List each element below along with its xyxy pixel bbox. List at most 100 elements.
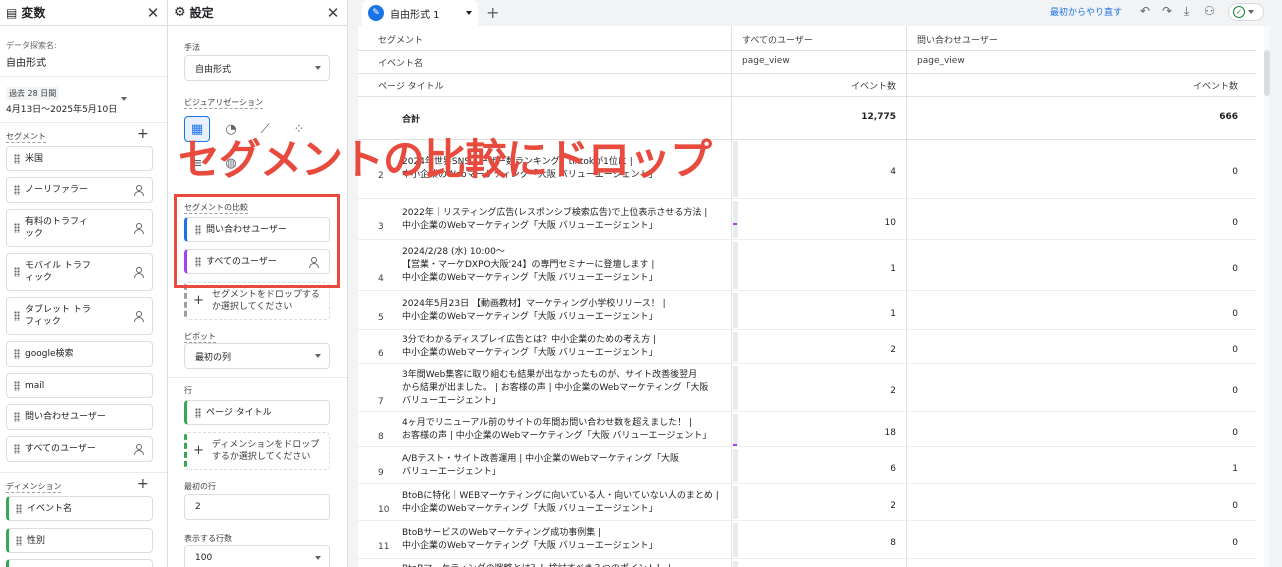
value-contact-users: 0 <box>1232 308 1238 319</box>
segment-item[interactable]: ノーリファラー <box>6 177 153 203</box>
add-tab-icon[interactable]: + <box>486 3 499 22</box>
segment-item[interactable]: google検索 <box>6 341 153 367</box>
rows-label: 行 <box>184 386 192 395</box>
table-row[interactable]: 7 3年間Web集客に取り組むも結果が出なかったものが、サイト改善後翌月 から結果が… <box>358 364 1256 412</box>
row-dimension-item[interactable]: ページ タイトル <box>184 400 330 425</box>
segment-item[interactable]: モバイル トラフィック <box>6 253 153 291</box>
freeform-table: セグメント すべてのユーザー 問い合わせユーザー イベント名 page_view… <box>358 26 1270 567</box>
pivot-select[interactable]: 最初の列 <box>184 343 330 369</box>
event-name-all: page_view <box>742 56 790 66</box>
row-page-title: 2024年5月23日 【動画教材】マーケティング小学校リリース！ | 中小企業のW… <box>402 298 666 324</box>
row-index: 7 <box>378 396 384 407</box>
segment-item[interactable]: 問い合わせユーザー <box>6 404 153 430</box>
close-icon[interactable]: ✕ <box>325 4 341 22</box>
row-title-line: 中小企業のWebマーケティング「大阪 バリューエージェント」 <box>402 311 658 322</box>
dimension-item[interactable]: 性別 <box>6 528 153 553</box>
cell-bar <box>733 414 738 445</box>
drag-handle-icon[interactable] <box>14 223 20 233</box>
dimension-item[interactable] <box>6 559 153 567</box>
settings-title: 設定 <box>189 6 214 20</box>
scrollbar-thumb[interactable] <box>1264 50 1270 96</box>
cell-bar <box>733 449 738 482</box>
technique-label: 手法 <box>184 43 200 52</box>
date-range-caret-icon[interactable] <box>121 97 127 101</box>
drag-handle-icon[interactable] <box>16 503 22 514</box>
drag-handle-icon[interactable] <box>14 444 20 454</box>
exploration-name[interactable]: データ探索名: 自由形式 <box>6 40 57 69</box>
value-contact-users: 0 <box>1232 217 1238 228</box>
drop-dimension-hint-line2: するか選択してください <box>211 452 311 462</box>
share-user-icon[interactable]: ⚇ <box>1204 4 1215 18</box>
status-pill[interactable]: ✓ <box>1228 3 1264 21</box>
drag-handle-icon[interactable] <box>195 407 201 418</box>
drag-handle-icon[interactable] <box>16 535 22 546</box>
vertical-scrollbar[interactable] <box>1264 26 1270 567</box>
value-all-users: 2 <box>890 500 896 511</box>
technique-select[interactable]: 自由形式 <box>184 55 330 81</box>
column-header-all-users[interactable]: すべてのユーザー <box>742 33 813 46</box>
drag-handle-icon[interactable] <box>14 311 20 321</box>
dimension-item[interactable]: イベント名 <box>6 496 153 521</box>
table-row[interactable]: 6 3分でわかるディスプレイ広告とは？中小企業のための考え方 | 中小企業のWebマ… <box>358 330 1256 364</box>
table-row[interactable]: 5 2024年5月23日 【動画教材】マーケティング小学校リリース！ | 中小企業の… <box>358 291 1256 330</box>
segment-item[interactable]: タブレット トラフィック <box>6 297 153 335</box>
drag-handle-icon[interactable] <box>14 349 20 359</box>
cell-bar <box>733 141 738 197</box>
table-row[interactable]: 10 BtoBに特化｜WEBマーケティングに向いている人・向いていない人のまとめ … <box>358 484 1256 521</box>
chevron-down-icon[interactable] <box>466 11 472 15</box>
check-circle-icon: ✓ <box>1233 6 1245 18</box>
row-title-line: BtoBに特化｜WEBマーケティングに向いている人・向いていない人のまとめ | <box>402 490 719 501</box>
row-title-line: 中小企業のWebマーケティング「大阪 バリューエージェント」 <box>402 220 658 231</box>
value-contact-users: 0 <box>1232 500 1238 511</box>
first-row-label: 最初の行 <box>184 482 216 491</box>
row-title-line: 【営業・マーケDXPO大阪'24】の専門セミナーに登壇します | <box>402 260 655 270</box>
tab-label: 自由形式 1 <box>390 9 440 21</box>
metric-header-contact[interactable]: イベント数 <box>1148 79 1238 92</box>
tab-freeform-1[interactable]: ✎ 自由形式 1 <box>362 0 478 26</box>
segment-item[interactable]: すべてのユーザー <box>6 436 153 462</box>
table-row[interactable]: 9 A/Bテスト・サイト改善運用 | 中小企業のWebマーケティング「大阪 バリュー… <box>358 447 1256 484</box>
show-rows-select[interactable]: 100 <box>184 545 330 567</box>
row-title-line: 2024年5月23日 【動画教材】マーケティング小学校リリース！ | <box>402 298 666 309</box>
table-row[interactable]: 11 BtoBサービスのWebマーケティング成功事例集 | 中小企業のWebマーケテ… <box>358 521 1256 559</box>
table-row[interactable]: 12BtoBマーケティングの戦略とは？！検討すべき３つのポイント！ |中小企業の… <box>358 559 1256 567</box>
value-all-users: 2 <box>890 386 896 396</box>
segment-item[interactable]: 有料のトラフィック <box>6 209 153 247</box>
value-contact-users: 0 <box>1232 386 1238 396</box>
cell-bar <box>733 293 738 328</box>
drag-handle-icon[interactable] <box>14 380 20 391</box>
metric-header-all[interactable]: イベント数 <box>788 79 896 92</box>
redo-icon[interactable]: ↷ <box>1162 4 1172 18</box>
download-icon[interactable]: ⤓ <box>1184 4 1189 19</box>
drag-handle-icon[interactable] <box>14 412 20 422</box>
segment-item[interactable]: 米国 <box>6 146 153 171</box>
value-contact-users: 0 <box>1232 263 1238 274</box>
drag-handle-icon[interactable] <box>14 153 20 164</box>
drop-segment-hint-line1: セグメントをドロップする <box>211 290 320 300</box>
segment-item[interactable]: mail <box>6 373 153 398</box>
add-segment-icon[interactable]: + <box>137 126 149 142</box>
restart-button[interactable]: 最初からやり直す <box>1050 5 1122 18</box>
first-row-input[interactable]: 2 <box>184 494 330 520</box>
row-page-title: BtoBサービスのWebマーケティング成功事例集 | 中小企業のWebマーケティン… <box>402 527 658 553</box>
total-all: 12,775 <box>861 112 896 122</box>
date-range-picker[interactable]: 過去 28 日間 4月13日〜2025年5月10日 <box>6 87 117 115</box>
table-row[interactable]: 3 2022年｜リスティング広告(レスポンシブ検索広告)で上位表示させる方法 | 中… <box>358 199 1256 240</box>
variables-panel: ▤ 変数 ✕ データ探索名: 自由形式 過去 28 日間 4月13日〜2025年… <box>0 0 168 567</box>
undo-icon[interactable]: ↶ <box>1140 4 1150 18</box>
row-page-title: A/Bテスト・サイト改善運用 | 中小企業のWebマーケティング「大阪 バリューエ… <box>402 453 679 479</box>
table-row[interactable]: 4 2024/2/28 (水) 10:00〜 【営業・マーケDXPO大阪'24】の専… <box>358 240 1256 291</box>
drag-handle-icon[interactable] <box>14 185 20 195</box>
row-index: 10 <box>378 504 390 515</box>
row-title-line: バリューエージェント」 <box>402 395 501 406</box>
row-title-line: 4ヶ月でリニューアル前のサイトの年間お問い合わせ数を超えました！ | <box>402 417 693 428</box>
exploration-name-value: 自由形式 <box>6 58 46 69</box>
dimension-drop-zone[interactable]: + ディメンションをドロップ するか選択してください <box>184 432 330 470</box>
drag-handle-icon[interactable] <box>14 267 20 277</box>
column-header-contact-users[interactable]: 問い合わせユーザー <box>917 33 998 46</box>
table-row[interactable]: 8 4ヶ月でリニューアル前のサイトの年間お問い合わせ数を超えました！ | お客様の声… <box>358 412 1256 447</box>
value-all-users: 2 <box>890 345 896 355</box>
close-icon[interactable]: ✕ <box>145 4 161 22</box>
row-page-title: 4ヶ月でリニューアル前のサイトの年間お問い合わせ数を超えました！ | お客様の声 … <box>402 417 711 443</box>
add-dimension-icon[interactable]: + <box>137 476 149 492</box>
